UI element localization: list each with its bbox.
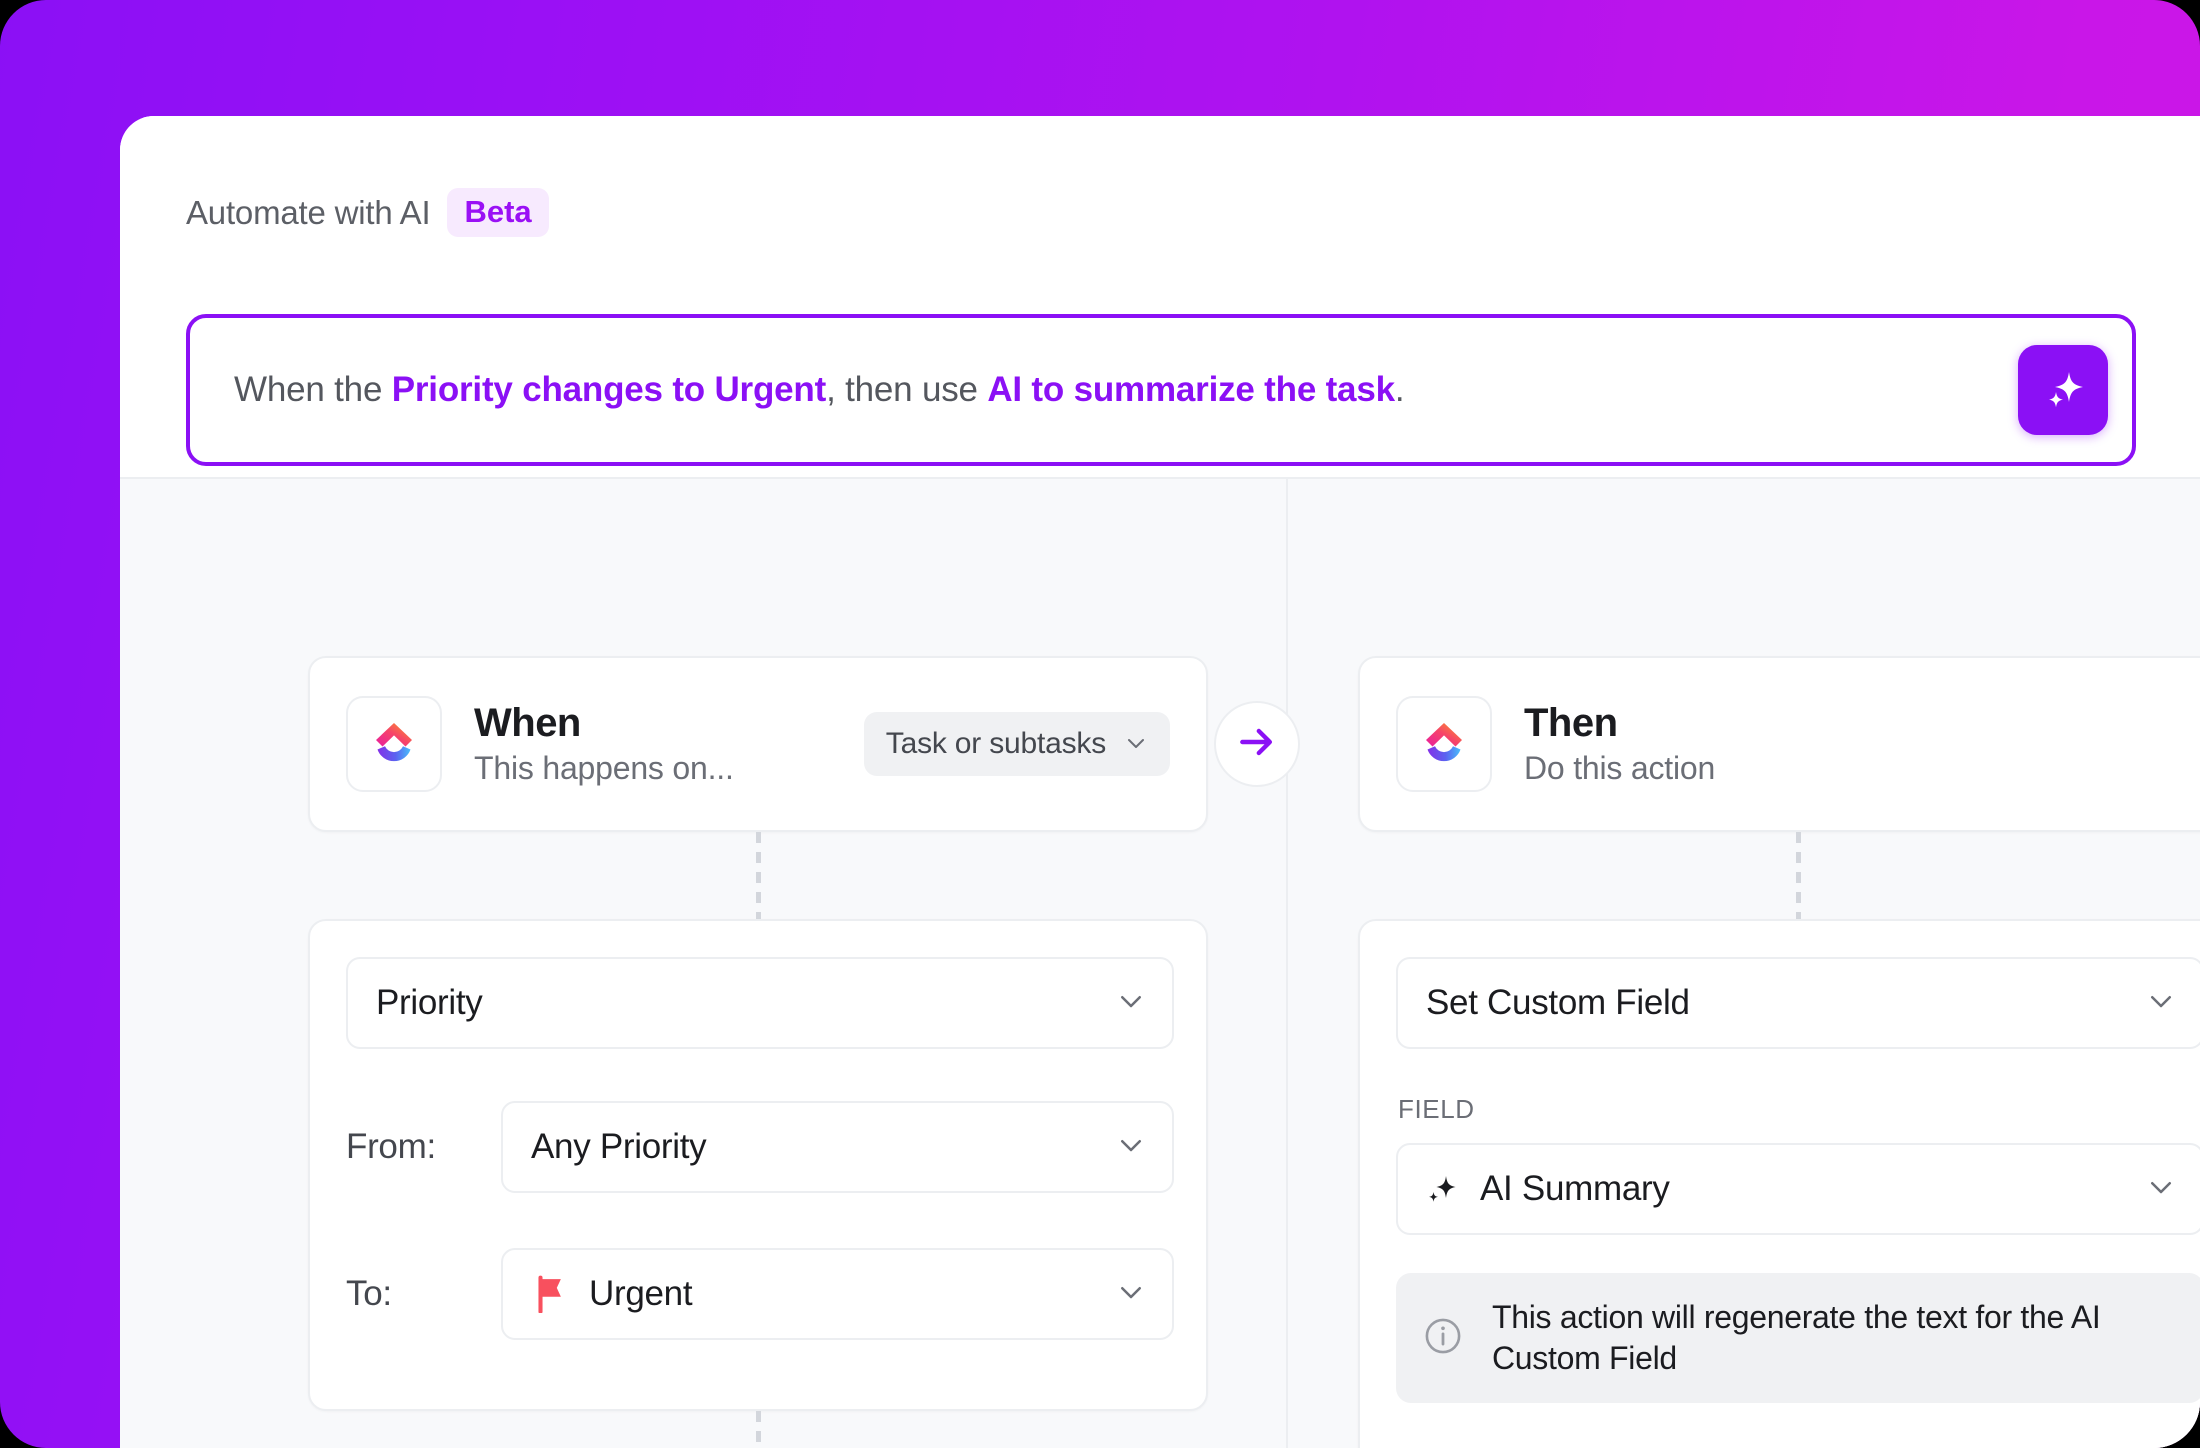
action-notice-text: This action will regenerate the text for… [1492,1297,2174,1379]
trigger-to-value: Urgent [589,1274,692,1314]
panel-header: Automate with AI Beta When the Priority … [120,116,2200,479]
trigger-from-label: From: [346,1127,501,1167]
prompt-highlight-1: Priority changes to Urgent [392,370,826,409]
action-type-value: Set Custom Field [1426,983,1690,1023]
trigger-column: When This happens on... Task or subtasks… [120,479,1286,1448]
trigger-from-row: From: Any Priority [346,1101,1174,1193]
action-detail-card: Set Custom Field FIELD [1358,919,2200,1448]
automation-flow-area: When This happens on... Task or subtasks… [120,479,2200,1448]
trigger-field-value: Priority [376,983,483,1023]
action-field-value: AI Summary [1480,1169,1670,1209]
action-subtitle: Do this action [1524,750,1715,787]
trigger-to-label: To: [346,1274,501,1314]
ai-prompt-input[interactable]: When the Priority changes to Urgent, the… [186,314,2136,466]
chevron-down-icon [2146,1172,2176,1207]
action-header-labels: Then Do this action [1524,701,1715,787]
flow-arrow-connector [1214,701,1300,787]
action-type-dropdown[interactable]: Set Custom Field [1396,957,2200,1049]
action-title: Then [1524,701,1715,746]
chevron-down-icon [2146,986,2176,1021]
page-title: Automate with AI [186,194,430,232]
trigger-scope-value: Task or subtasks [886,727,1106,761]
clickup-logo-icon [346,696,442,792]
chevron-down-icon [1116,1130,1146,1165]
trigger-to-dropdown[interactable]: Urgent [501,1248,1174,1340]
trigger-detail-card: Priority From: Any Priority [308,919,1208,1411]
trigger-subtitle: This happens on... [474,750,734,787]
prompt-segment-3: . [1395,370,1405,409]
trigger-scope-dropdown[interactable]: Task or subtasks [864,712,1170,776]
info-circle-icon [1422,1315,1464,1362]
trigger-header-card[interactable]: When This happens on... Task or subtasks [308,656,1208,832]
action-field-dropdown[interactable]: AI Summary [1396,1143,2200,1235]
ai-prompt-text: When the Priority changes to Urgent, the… [234,370,1404,410]
trigger-header-labels: When This happens on... [474,701,734,787]
automation-panel: Automate with AI Beta When the Priority … [120,116,2200,1448]
chevron-down-icon [1116,1277,1146,1312]
action-field-label: FIELD [1398,1094,1475,1125]
action-column: Then Do this action Set Custom Field FIE… [1288,479,2200,1448]
prompt-highlight-2: AI to summarize the task [987,370,1395,409]
sparkle-icon [1424,1171,1460,1207]
trigger-from-dropdown[interactable]: Any Priority [501,1101,1174,1193]
trigger-to-row: To: Urgent [346,1248,1174,1340]
chevron-down-icon [1116,986,1146,1021]
prompt-segment-1: When the [234,370,392,409]
trigger-title: When [474,701,734,746]
chevron-down-icon [1124,731,1148,758]
action-header-card[interactable]: Then Do this action [1358,656,2200,832]
prompt-segment-2: , then use [826,370,987,409]
sparkle-icon [2037,363,2089,418]
trigger-connector-dashed-top [756,832,761,920]
header-title-row: Automate with AI Beta [186,188,549,237]
red-flag-icon [533,1275,567,1313]
trigger-field-dropdown[interactable]: Priority [346,957,1174,1049]
automation-builder-screen: Automate with AI Beta When the Priority … [0,0,2200,1448]
action-notice: This action will regenerate the text for… [1396,1273,2200,1403]
generate-automation-button[interactable] [2018,345,2108,435]
beta-badge: Beta [447,188,548,237]
trigger-from-value: Any Priority [531,1127,706,1167]
arrow-right-icon [1235,720,1279,769]
trigger-connector-dashed-bottom [756,1411,761,1448]
clickup-logo-icon [1396,696,1492,792]
action-connector-dashed-top [1796,832,1801,920]
